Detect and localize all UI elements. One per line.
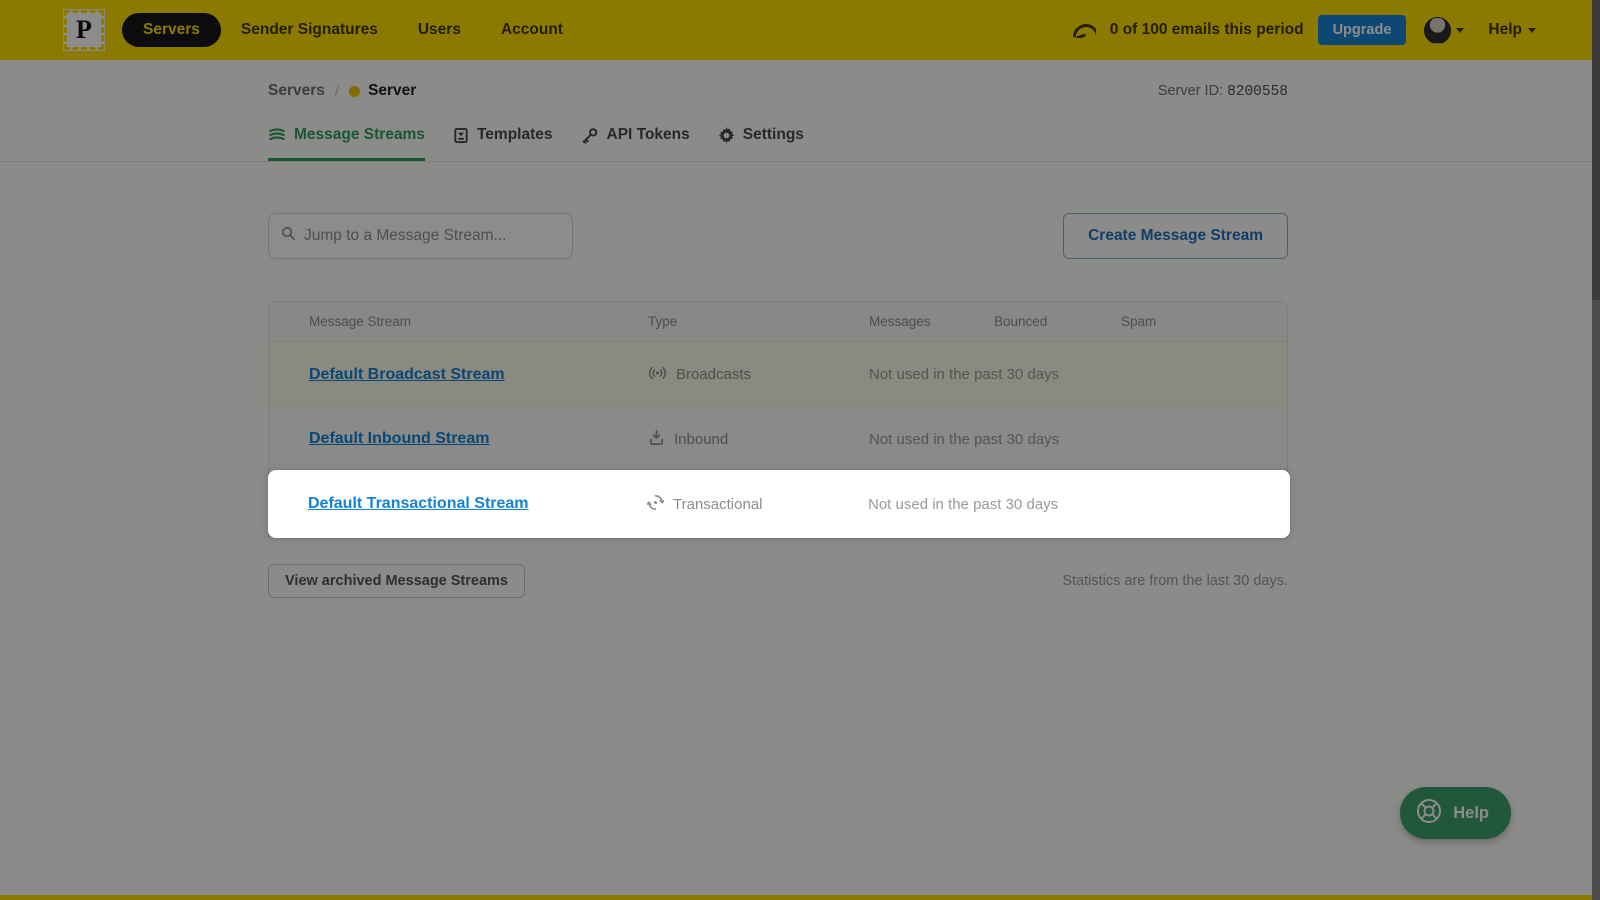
tab-message-streams[interactable]: Message Streams — [268, 126, 425, 161]
table-row-transactional-spotlight: Default Transactional Stream Transaction… — [268, 470, 1290, 538]
chevron-down-icon — [1528, 28, 1536, 33]
table-row-broadcast: Default Broadcast Stream Broadcasts Not … — [269, 342, 1287, 407]
tab-api-tokens[interactable]: API Tokens — [581, 126, 690, 161]
nav-item-account[interactable]: Account — [481, 13, 583, 47]
tab-templates[interactable]: Templates — [453, 126, 553, 161]
page-title: Server — [368, 82, 416, 100]
nav-item-servers[interactable]: Servers — [122, 13, 221, 47]
broadcast-icon — [648, 365, 667, 385]
help-fab-button[interactable]: Help — [1400, 787, 1511, 839]
stream-status: Not used in the past 30 days — [868, 496, 1290, 513]
column-spam: Spam — [1121, 314, 1287, 329]
column-message-stream: Message Stream — [309, 314, 648, 329]
view-archived-streams-button[interactable]: View archived Message Streams — [268, 564, 525, 598]
lifebuoy-icon — [1414, 796, 1444, 831]
type-label: Inbound — [674, 431, 728, 448]
inbound-stream-link[interactable]: Default Inbound Stream — [309, 430, 489, 447]
avatar — [1424, 17, 1451, 44]
nav-item-sender-signatures[interactable]: Sender Signatures — [221, 13, 398, 47]
streams-toolbar: Create Message Stream — [268, 213, 1288, 259]
stream-search[interactable] — [268, 213, 573, 259]
breadcrumb: Servers / Server Server ID:8200558 — [268, 82, 1288, 100]
stream-status: Not used in the past 30 days — [869, 366, 1287, 383]
nav-item-users[interactable]: Users — [398, 13, 481, 47]
server-id: Server ID:8200558 — [1158, 83, 1288, 100]
transactional-icon — [647, 494, 664, 515]
help-menu[interactable]: Help — [1488, 21, 1536, 39]
usage-text: 0 of 100 emails this period — [1110, 21, 1304, 39]
breadcrumb-servers-link[interactable]: Servers — [268, 82, 325, 100]
server-status-dot — [349, 86, 360, 97]
scrollbar-thumb[interactable] — [1592, 0, 1600, 300]
main-content: Create Message Stream Message Stream Typ… — [268, 213, 1288, 598]
stream-status: Not used in the past 30 days — [869, 431, 1287, 448]
help-menu-label: Help — [1488, 21, 1522, 39]
create-message-stream-button[interactable]: Create Message Stream — [1063, 213, 1288, 259]
breadcrumb-separator: / — [335, 83, 339, 100]
user-menu[interactable] — [1424, 17, 1464, 44]
type-label: Broadcasts — [676, 366, 751, 383]
transactional-stream-link[interactable]: Default Transactional Stream — [308, 495, 529, 512]
usage-gauge-icon — [1072, 23, 1096, 38]
postmark-logo[interactable]: P — [64, 10, 104, 50]
streams-icon — [268, 127, 286, 143]
column-bounced: Bounced — [994, 314, 1121, 329]
tab-settings[interactable]: Settings — [718, 126, 804, 161]
server-tabs: Message Streams Templates API Tokens — [268, 126, 1288, 161]
template-icon — [453, 127, 469, 144]
inbound-icon — [648, 429, 665, 450]
column-type: Type — [648, 314, 869, 329]
stats-note: Statistics are from the last 30 days. — [1062, 573, 1288, 589]
chevron-down-icon — [1456, 28, 1464, 33]
gear-icon — [718, 127, 735, 144]
table-footer: View archived Message Streams Statistics… — [268, 564, 1288, 598]
table-header: Message Stream Type Messages Bounced Spa… — [269, 302, 1287, 342]
help-fab-label: Help — [1453, 804, 1489, 823]
navbar-right: 0 of 100 emails this period Upgrade Help — [1072, 15, 1536, 45]
page-scrollbar[interactable] — [1592, 0, 1600, 900]
top-navbar: P Servers Sender Signatures Users Accoun… — [0, 0, 1600, 60]
message-streams-table: Message Stream Type Messages Bounced Spa… — [268, 301, 1288, 538]
broadcast-stream-link[interactable]: Default Broadcast Stream — [309, 366, 505, 383]
footer-accent-bar — [0, 895, 1600, 900]
postmark-logo-letter: P — [76, 15, 92, 45]
table-row-inbound: Default Inbound Stream Inbound Not used … — [269, 407, 1287, 470]
page-header: Servers / Server Server ID:8200558 Messa… — [0, 60, 1600, 162]
server-id-label: Server ID: — [1158, 83, 1223, 99]
search-input[interactable] — [304, 227, 560, 245]
column-messages: Messages — [869, 314, 994, 329]
primary-nav: Servers Sender Signatures Users Account — [122, 13, 583, 47]
type-label: Transactional — [673, 496, 763, 513]
search-icon — [281, 226, 296, 246]
server-id-value: 8200558 — [1227, 84, 1288, 100]
upgrade-button[interactable]: Upgrade — [1318, 15, 1407, 45]
key-icon — [581, 127, 599, 144]
